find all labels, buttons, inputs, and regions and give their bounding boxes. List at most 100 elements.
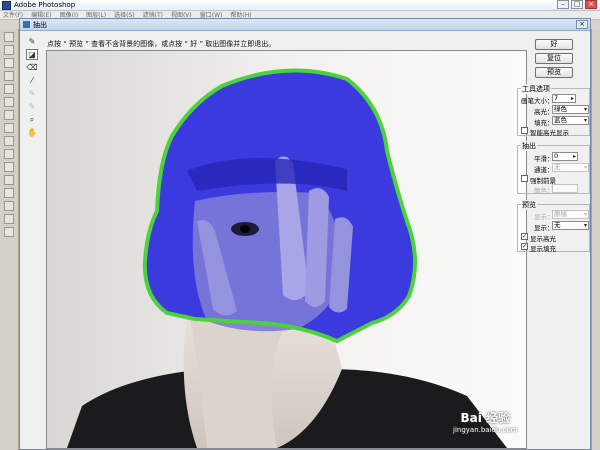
show-value: 原稿 [554,210,567,218]
chevron-down-icon: ▾ [583,106,587,113]
extraction-title: 抽出 [521,141,537,151]
brush-size-value: 7 [554,94,559,102]
photoshop-logo-icon [2,1,11,10]
show-row: 显示： 原稿 ▾ [518,210,591,221]
display-select[interactable]: 无 ▾ [552,221,589,230]
smart-highlight-label: 智能高光显示 [530,129,569,137]
smart-highlight-checkbox[interactable] [521,127,528,134]
toolbox-tool[interactable] [4,136,14,146]
color-swatch[interactable] [552,184,578,193]
instruction-text: 点按 “ 预览 ” 查看不含背景的图像，或点按 “ 好 ” 取出图像并立即退出。 [47,40,276,48]
extract-dialog: 抽出 × ✎ ◪ ⌫ ⁄ ✎ ✎ ⌕ ✋ 点按 “ 预览 ” 查看不含背景的图像… [19,18,591,450]
toolbox-tool[interactable] [4,110,14,120]
chevron-down-icon: ▾ [583,211,587,218]
force-fg-row: 强制前景 [518,174,591,185]
smart-highlight-row: 智能高光显示 [518,126,591,137]
extract-toolbar: ✎ ◪ ⌫ ⁄ ✎ ✎ ⌕ ✋ [26,36,40,140]
dialog-buttons: 好 复位 预览 [535,39,573,81]
channel-select[interactable]: 无 ▾ [552,163,589,172]
image-preview[interactable]: Bai 经验 jingyan.baidu.com [46,50,527,449]
minimize-icon[interactable]: – [557,0,569,9]
show-fill-row: ✓ 显示填充 [518,242,591,253]
highlight-select[interactable]: 绿色 ▾ [552,105,589,114]
eraser-icon[interactable]: ⌫ [26,62,38,73]
highlight-value: 绿色 [554,105,567,113]
toolbox-tool[interactable] [4,175,14,185]
preview-group-title: 预览 [521,200,537,210]
toolbox-tool[interactable] [4,84,14,94]
display-row: 显示： 无 ▾ [518,221,591,232]
hand-icon[interactable]: ✋ [26,127,38,138]
brush-size-field[interactable]: 7 ▸ [552,94,576,103]
toolbox-tool[interactable] [4,162,14,172]
highlight-label: 高光： [534,108,554,116]
channel-value: 无 [554,163,561,171]
smooth-value: 0 [554,152,559,160]
chevron-down-icon: ▾ [583,222,587,229]
toolbox-tool[interactable] [4,32,14,42]
smooth-row: 平滑： 0 ▸ [518,152,591,163]
preview-group: 预览 显示： 原稿 ▾ 显示： 无 ▾ ✓ 显示高光 ✓ 显示填充 [517,200,591,253]
fill-select[interactable]: 蓝色 ▾ [552,116,589,125]
show-highlight-checkbox[interactable]: ✓ [521,233,528,240]
display-value: 无 [554,221,561,229]
window-controls: – □ × [557,0,597,10]
smooth-field[interactable]: 0 ▸ [552,152,578,161]
show-label: 显示： [534,213,554,221]
extraction-group: 抽出 平滑： 0 ▸ 通道： 无 ▾ 强制前景 颜色： [517,141,591,195]
toolbox-tool[interactable] [4,214,14,224]
dropdown-arrow-icon: ▸ [572,153,576,160]
dialog-icon [23,21,30,28]
dialog-close-icon[interactable]: × [576,20,588,29]
chevron-down-icon: ▾ [583,117,587,124]
reset-button[interactable]: 复位 [535,53,573,64]
dialog-titlebar: 抽出 × [20,19,590,31]
preview-button[interactable]: 预览 [535,67,573,78]
chevron-down-icon: ▾ [583,164,587,171]
show-select[interactable]: 原稿 ▾ [552,210,589,219]
toolbox-tool[interactable] [4,71,14,81]
color-row: 颜色： [518,184,591,195]
close-icon[interactable]: × [585,0,597,9]
watermark-url: jingyan.baidu.com [453,426,518,434]
preview-image [47,51,526,448]
toolbox-tool[interactable] [4,201,14,211]
channel-label: 通道： [534,166,554,174]
toolbox-tool[interactable] [4,58,14,68]
watermark: Bai 经验 jingyan.baidu.com [453,409,518,434]
dropdown-arrow-icon: ▸ [570,95,574,102]
toolbox-tool[interactable] [4,123,14,133]
maximize-icon[interactable]: □ [571,0,583,9]
edge-highlighter-icon[interactable]: ✎ [26,36,38,47]
tool-options-title: 工具选项 [521,84,551,94]
toolbox-tool[interactable] [4,149,14,159]
show-highlight-row: ✓ 显示高光 [518,232,591,243]
edge-touchup-icon[interactable]: ✎ [26,101,38,112]
cleanup-icon[interactable]: ✎ [26,88,38,99]
channel-row: 通道： 无 ▾ [518,163,591,174]
app-title: Adobe Photoshop [14,1,76,9]
toolbox-tool[interactable] [4,188,14,198]
fill-row: 填充： 蓝色 ▾ [518,116,591,127]
color-label: 颜色： [534,187,554,195]
toolbox [0,29,19,450]
fill-icon[interactable]: ◪ [26,49,38,60]
ok-button[interactable]: 好 [535,39,573,50]
force-foreground-checkbox[interactable] [521,175,528,182]
toolbox-tool[interactable] [4,97,14,107]
tool-options-group: 工具选项 画笔大小： 7 ▸ 高光： 绿色 ▾ 填充： 蓝色 ▾ 智能高光显示 [517,84,591,137]
smooth-label: 平滑： [534,155,554,163]
eyedropper-icon[interactable]: ⁄ [26,75,38,86]
right-panel-edge [591,29,600,450]
show-fill-label: 显示填充 [530,245,556,253]
watermark-brand: Bai 经验 [460,411,511,425]
toolbox-tool[interactable] [4,45,14,55]
brush-size-label: 画笔大小： [521,97,554,105]
app-titlebar: Adobe Photoshop – □ × [0,0,600,11]
display-label: 显示： [534,224,554,232]
highlight-row: 高光： 绿色 ▾ [518,105,591,116]
show-fill-checkbox[interactable]: ✓ [521,243,528,250]
toolbox-tool[interactable] [4,227,14,237]
brush-size-row: 画笔大小： 7 ▸ [518,94,591,105]
zoom-icon[interactable]: ⌕ [26,114,38,125]
